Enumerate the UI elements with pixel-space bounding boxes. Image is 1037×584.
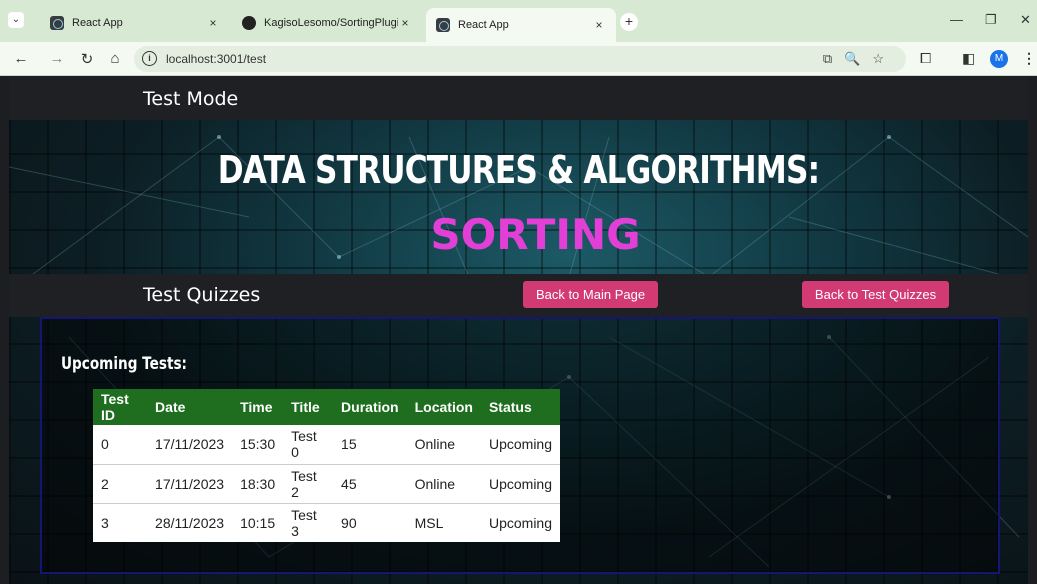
table-cell: Upcoming bbox=[488, 514, 552, 531]
back-to-test-quizzes-button[interactable]: Back to Test Quizzes bbox=[802, 281, 949, 308]
tab-react-app-active[interactable]: React App × bbox=[426, 8, 616, 42]
restore-icon[interactable]: ❐ bbox=[985, 12, 997, 28]
upcoming-tests-panel: Upcoming Tests: Test ID Date Time Title … bbox=[40, 317, 1000, 574]
table-cell: Upcoming bbox=[480, 464, 560, 504]
table-cell: 2 bbox=[93, 464, 148, 504]
page-viewport: Test Mode DATA STRUCTURES & ALGORITHMS: … bbox=[9, 77, 1028, 584]
table-cell: 17/11/2023 bbox=[147, 464, 233, 504]
table-cell: 17/11/2023 bbox=[147, 425, 233, 465]
sub-navbar: Test Quizzes Back to Main Page Back to T… bbox=[9, 274, 1028, 317]
table-cell: 15:30 bbox=[232, 425, 284, 465]
table-cell: 28/11/2023 bbox=[155, 514, 225, 531]
window-close-icon[interactable]: ✕ bbox=[1020, 12, 1031, 28]
table-row: 2 17/11/2023 18:30 Test 2 45 Online Upco… bbox=[93, 464, 560, 504]
table-cell: 15 bbox=[333, 425, 407, 465]
home-icon[interactable]: ⌂ bbox=[106, 50, 124, 67]
column-header: Status bbox=[480, 389, 560, 425]
react-favicon-icon bbox=[436, 18, 450, 32]
tab-github[interactable]: KagisoLesomo/SortingPlugin a × bbox=[232, 8, 422, 38]
upcoming-tests-table: Test ID Date Time Title Duration Locatio… bbox=[93, 389, 560, 542]
upcoming-tests-heading: Upcoming Tests: bbox=[61, 354, 187, 374]
table-row: 0 17/11/2023 15:30 Test 0 15 Online Upco… bbox=[93, 425, 560, 465]
table-cell: Online bbox=[406, 425, 481, 465]
table-cell: Upcoming bbox=[480, 425, 560, 465]
table-cell: 90 bbox=[341, 514, 357, 531]
table-cell: 3 bbox=[101, 514, 109, 531]
back-arrow-icon[interactable]: ← bbox=[12, 50, 30, 67]
column-header: Date bbox=[147, 389, 233, 425]
tab-react-app-1[interactable]: React App × bbox=[40, 8, 230, 38]
extensions-icon[interactable]: ⧠ bbox=[920, 50, 931, 67]
omnibox[interactable]: i localhost:3001/test ⧉🔍☆ bbox=[134, 46, 906, 72]
minimize-icon[interactable]: — bbox=[950, 12, 963, 27]
close-icon[interactable]: × bbox=[206, 16, 220, 30]
site-info-icon[interactable]: i bbox=[142, 51, 157, 66]
column-header: Time bbox=[232, 389, 284, 425]
table-cell: Test 2 bbox=[283, 464, 334, 504]
table-header-row: Test ID Date Time Title Duration Locatio… bbox=[93, 389, 560, 425]
navbar-title[interactable]: Test Mode bbox=[143, 88, 238, 110]
reload-icon[interactable]: ↻ bbox=[78, 50, 96, 68]
tab-label: React App bbox=[458, 19, 509, 31]
table-cell: 45 bbox=[333, 464, 407, 504]
github-favicon-icon bbox=[242, 16, 256, 30]
profile-avatar[interactable]: M bbox=[990, 50, 1008, 68]
browser-tab-bar: ⌄ React App × KagisoLesomo/SortingPlugin… bbox=[0, 0, 1037, 42]
side-panel-icon[interactable]: ◧ bbox=[962, 50, 975, 67]
section-title: Test Quizzes bbox=[143, 284, 261, 306]
table-cell: MSL bbox=[414, 514, 444, 531]
column-header: Location bbox=[406, 389, 481, 425]
table-cell: 10:15 bbox=[240, 514, 276, 531]
forward-arrow-icon[interactable]: → bbox=[48, 50, 66, 67]
browser-menu-icon[interactable]: ⋮ bbox=[1022, 50, 1036, 67]
react-favicon-icon bbox=[50, 16, 64, 30]
hero-title: DATA STRUCTURES & ALGORITHMS: bbox=[217, 148, 820, 192]
hero-banner: DATA STRUCTURES & ALGORITHMS: SORTING bbox=[9, 120, 1028, 274]
table-cell: Test 3 bbox=[291, 506, 317, 539]
close-icon[interactable]: × bbox=[592, 18, 606, 32]
table-cell: Online bbox=[406, 464, 481, 504]
table-cell: 0 bbox=[93, 425, 148, 465]
column-header: Duration bbox=[333, 389, 407, 425]
table-row: 3 28/11/2023 10:15 Test 3 90 MSL Upcomin… bbox=[93, 503, 560, 542]
tab-label: KagisoLesomo/SortingPlugin a bbox=[264, 17, 398, 29]
table-cell: 18:30 bbox=[232, 464, 284, 504]
hero-subtitle: SORTING bbox=[430, 210, 641, 259]
tab-search-icon[interactable]: ⌄ bbox=[8, 12, 24, 28]
omnibox-action-icons[interactable]: ⧉🔍☆ bbox=[823, 51, 896, 67]
back-to-main-button[interactable]: Back to Main Page bbox=[523, 281, 658, 308]
close-icon[interactable]: × bbox=[398, 16, 412, 30]
top-navbar: Test Mode bbox=[9, 77, 1028, 120]
new-tab-button[interactable]: + bbox=[620, 13, 638, 31]
tab-label: React App bbox=[72, 17, 123, 29]
column-header: Title bbox=[283, 389, 334, 425]
url-text[interactable]: localhost:3001/test bbox=[166, 52, 266, 66]
address-toolbar: ← → ↻ ⌂ i localhost:3001/test ⧉🔍☆ bbox=[0, 42, 1037, 76]
table-cell: Test 0 bbox=[283, 425, 334, 465]
column-header: Test ID bbox=[93, 389, 148, 425]
